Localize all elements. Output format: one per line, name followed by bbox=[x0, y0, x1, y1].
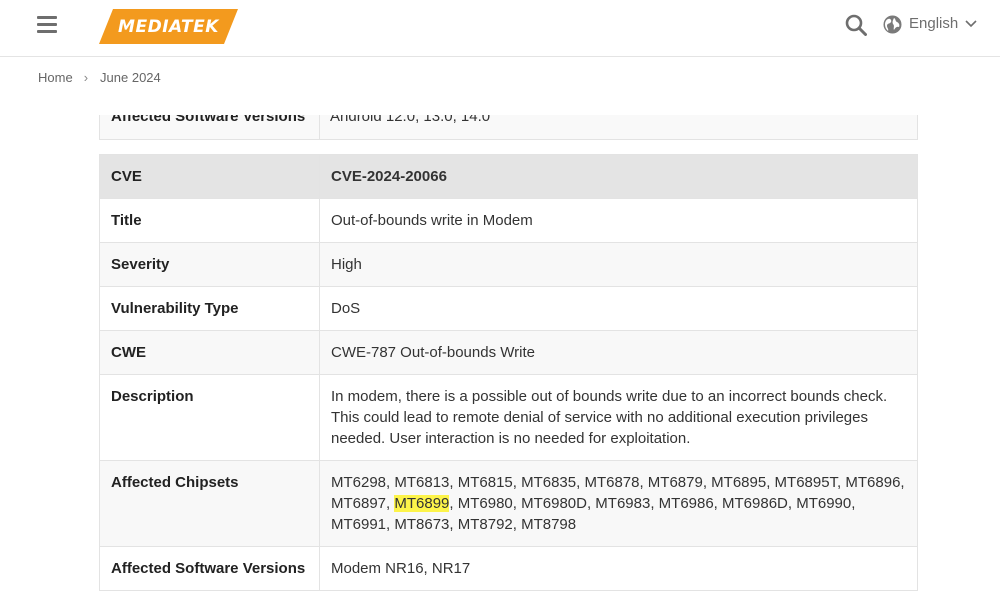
chevron-down-icon[interactable] bbox=[965, 19, 977, 29]
cve-id: CVE-2024-20066 bbox=[319, 154, 918, 199]
chipset-list: MT6298, MT6813, MT6815, MT6835, MT6878, … bbox=[319, 460, 918, 547]
table-header-row: CVE CVE-2024-20066 bbox=[99, 154, 918, 199]
breadcrumb-current: June 2024 bbox=[100, 70, 161, 85]
row-label: Description bbox=[99, 374, 320, 461]
row-value: Modem NR16, NR17 bbox=[319, 546, 918, 591]
table-row: Vulnerability Type DoS bbox=[99, 286, 918, 331]
hamburger-menu-icon[interactable] bbox=[37, 16, 57, 36]
cve-table: CVE CVE-2024-20066 Title Out-of-bounds w… bbox=[99, 154, 918, 591]
breadcrumb: Home › June 2024 bbox=[38, 70, 161, 85]
row-value: High bbox=[319, 242, 918, 287]
row-value: In modem, there is a possible out of bou… bbox=[319, 374, 918, 461]
row-label: Vulnerability Type bbox=[99, 286, 320, 331]
table-row: CWE CWE-787 Out-of-bounds Write bbox=[99, 330, 918, 375]
table-row: Affected Chipsets MT6298, MT6813, MT6815… bbox=[99, 460, 918, 547]
row-label: Severity bbox=[99, 242, 320, 287]
breadcrumb-home-link[interactable]: Home bbox=[38, 70, 73, 85]
highlighted-chipset: MT6899 bbox=[394, 495, 450, 512]
breadcrumb-separator: › bbox=[83, 70, 89, 85]
site-header: MEDIATEK English bbox=[0, 0, 1000, 57]
mediatek-logo[interactable]: MEDIATEK bbox=[99, 9, 238, 44]
row-label: Affected Chipsets bbox=[99, 460, 320, 547]
row-value: CWE-787 Out-of-bounds Write bbox=[319, 330, 918, 375]
search-icon[interactable] bbox=[845, 14, 867, 36]
table-row: Severity High bbox=[99, 242, 918, 287]
row-value: Out-of-bounds write in Modem bbox=[319, 198, 918, 243]
row-value: DoS bbox=[319, 286, 918, 331]
row-label: Affected Software Versions bbox=[99, 546, 320, 591]
logo-text: MEDIATEK bbox=[118, 16, 219, 37]
table-row: Title Out-of-bounds write in Modem bbox=[99, 198, 918, 243]
row-label: Title bbox=[99, 198, 320, 243]
breadcrumb-bar bbox=[0, 57, 1000, 115]
table-row: Description In modem, there is a possibl… bbox=[99, 374, 918, 461]
row-label: CWE bbox=[99, 330, 320, 375]
globe-icon bbox=[883, 15, 902, 34]
table-row: Affected Software Versions Modem NR16, N… bbox=[99, 546, 918, 591]
language-selector[interactable]: English bbox=[909, 15, 958, 32]
header-label: CVE bbox=[99, 154, 320, 199]
